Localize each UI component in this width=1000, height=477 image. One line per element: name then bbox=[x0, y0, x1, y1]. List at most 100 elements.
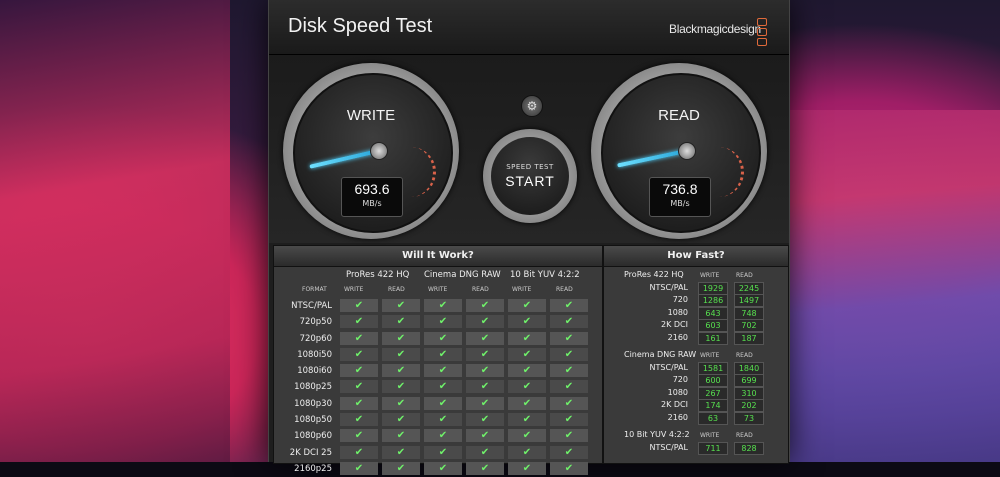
start-button[interactable]: SPEED TEST START bbox=[483, 129, 577, 223]
table-row: 2160p25 ✔ ✔ ✔ ✔ ✔ ✔ bbox=[274, 461, 602, 477]
group-name: Cinema DNG RAW bbox=[624, 349, 697, 359]
format-label: 2160p25 bbox=[294, 463, 332, 474]
checkmark-icon: ✔ bbox=[466, 413, 504, 427]
start-button-face[interactable]: SPEED TEST START bbox=[491, 137, 569, 215]
table-row: 720p50 ✔ ✔ ✔ ✔ ✔ ✔ bbox=[274, 314, 602, 330]
table-row: 1080p60 ✔ ✔ ✔ ✔ ✔ ✔ bbox=[274, 428, 602, 444]
write-column-header: WRITE bbox=[700, 431, 720, 439]
read-column-header: READ bbox=[736, 272, 753, 279]
read-column-header: READ bbox=[736, 431, 753, 439]
gauge-area: WRITE 693.6 MB/s ⚙ SPEED TEST START READ… bbox=[269, 55, 789, 243]
read-speed-value: 1497 bbox=[734, 294, 764, 308]
format-label: 720p60 bbox=[299, 333, 332, 344]
checkmark-icon: ✔ bbox=[550, 347, 588, 361]
title-bar: Disk Speed Test Blackmagicdesign bbox=[269, 0, 789, 55]
checkmark-icon: ✔ bbox=[550, 364, 588, 378]
write-speed-value: 1286 bbox=[698, 294, 728, 308]
format-label: 1080 bbox=[667, 307, 688, 317]
read-column-header: READ bbox=[556, 286, 573, 293]
codec-header: 10 Bit YUV 4:2:2 bbox=[510, 270, 580, 280]
group-name: ProRes 422 HQ bbox=[624, 270, 684, 279]
disk-speed-test-window: Disk Speed Test Blackmagicdesign WRITE 6… bbox=[268, 0, 790, 475]
read-speed-value: 202 bbox=[734, 399, 764, 413]
checkmark-icon: ✔ bbox=[340, 299, 378, 312]
checkmark-icon: ✔ bbox=[382, 380, 420, 394]
read-unit: MB/s bbox=[670, 199, 690, 208]
checkmark-icon: ✔ bbox=[508, 315, 546, 329]
table-row: NTSC/PAL ✔ ✔ ✔ ✔ ✔ ✔ bbox=[274, 298, 602, 314]
checkmark-icon: ✔ bbox=[466, 347, 504, 361]
blackmagic-logo-icon bbox=[757, 18, 769, 46]
format-label: NTSC/PAL bbox=[291, 301, 332, 311]
checkmark-icon: ✔ bbox=[382, 347, 420, 361]
checkmark-icon: ✔ bbox=[550, 445, 588, 459]
checkmark-icon: ✔ bbox=[382, 429, 420, 443]
checkmark-icon: ✔ bbox=[466, 315, 504, 329]
checkmark-icon: ✔ bbox=[340, 413, 378, 427]
checkmark-icon: ✔ bbox=[508, 461, 546, 475]
checkmark-icon: ✔ bbox=[466, 445, 504, 459]
checkmark-icon: ✔ bbox=[550, 315, 588, 329]
write-gauge: WRITE 693.6 MB/s bbox=[283, 63, 459, 239]
checkmark-icon: ✔ bbox=[466, 299, 504, 312]
checkmark-icon: ✔ bbox=[508, 347, 546, 361]
write-speed-value: 63 bbox=[698, 411, 728, 425]
table-row: 1080p50 ✔ ✔ ✔ ✔ ✔ ✔ bbox=[274, 412, 602, 428]
format-label: 1080p30 bbox=[294, 398, 332, 409]
checkmark-icon: ✔ bbox=[550, 331, 588, 345]
checkmark-icon: ✔ bbox=[550, 299, 588, 312]
format-label: NTSC/PAL bbox=[649, 442, 688, 452]
checkmark-icon: ✔ bbox=[382, 396, 420, 410]
checkmark-icon: ✔ bbox=[424, 331, 462, 345]
checkmark-icon: ✔ bbox=[340, 429, 378, 443]
checkmark-icon: ✔ bbox=[550, 429, 588, 443]
write-speed-value: 711 bbox=[698, 441, 728, 455]
read-value: 736.8 bbox=[662, 181, 698, 197]
read-column-header: READ bbox=[388, 286, 405, 293]
table-row: 2K DCI 25 ✔ ✔ ✔ ✔ ✔ ✔ bbox=[274, 445, 602, 461]
write-speed-value: 174 bbox=[698, 399, 728, 413]
group-name: 10 Bit YUV 4:2:2 bbox=[624, 429, 690, 439]
table-row: NTSC/PAL 1929 2245 bbox=[604, 282, 788, 295]
checkmark-icon: ✔ bbox=[382, 445, 420, 459]
checkmark-icon: ✔ bbox=[424, 445, 462, 459]
gear-icon[interactable]: ⚙ bbox=[521, 95, 543, 117]
format-label: 2K DCI bbox=[661, 320, 688, 330]
codec-header: ProRes 422 HQ bbox=[346, 270, 410, 280]
checkmark-icon: ✔ bbox=[340, 347, 378, 361]
checkmark-icon: ✔ bbox=[340, 461, 378, 475]
checkmark-icon: ✔ bbox=[550, 413, 588, 427]
checkmark-icon: ✔ bbox=[508, 380, 546, 394]
table-row: 1080i50 ✔ ✔ ✔ ✔ ✔ ✔ bbox=[274, 347, 602, 363]
checkmark-icon: ✔ bbox=[508, 299, 546, 312]
write-column-header: WRITE bbox=[428, 286, 448, 293]
write-speed-value: 1929 bbox=[698, 282, 728, 295]
format-label: 1080i60 bbox=[297, 366, 332, 377]
write-value: 693.6 bbox=[354, 181, 390, 197]
checkmark-icon: ✔ bbox=[508, 364, 546, 378]
format-label: 720 bbox=[672, 295, 688, 305]
table-row: 720 1286 1497 bbox=[604, 294, 788, 308]
checkmark-icon: ✔ bbox=[508, 429, 546, 443]
checkmark-icon: ✔ bbox=[466, 380, 504, 394]
wallpaper-right-band bbox=[784, 110, 1000, 462]
checkmark-icon: ✔ bbox=[424, 396, 462, 410]
read-gauge-hub bbox=[678, 142, 696, 160]
checkmark-icon: ✔ bbox=[424, 364, 462, 378]
table-row: 1080 267 310 bbox=[604, 386, 788, 400]
table-row: 1080p30 ✔ ✔ ✔ ✔ ✔ ✔ bbox=[274, 396, 602, 412]
table-row: NTSC/PAL 711 828 bbox=[604, 441, 788, 455]
checkmark-icon: ✔ bbox=[340, 445, 378, 459]
format-label: 720p50 bbox=[299, 317, 332, 328]
write-column-header: WRITE bbox=[344, 286, 364, 293]
read-gauge-label: READ bbox=[658, 107, 700, 124]
read-gauge: READ 736.8 MB/s bbox=[591, 63, 767, 239]
checkmark-icon: ✔ bbox=[382, 299, 420, 312]
write-speed-value: 161 bbox=[698, 331, 728, 345]
checkmark-icon: ✔ bbox=[466, 396, 504, 410]
write-column-header: WRITE bbox=[700, 351, 720, 359]
table-row: 720p60 ✔ ✔ ✔ ✔ ✔ ✔ bbox=[274, 331, 602, 347]
checkmark-icon: ✔ bbox=[382, 413, 420, 427]
start-button-label: START bbox=[505, 173, 555, 189]
checkmark-icon: ✔ bbox=[424, 380, 462, 394]
